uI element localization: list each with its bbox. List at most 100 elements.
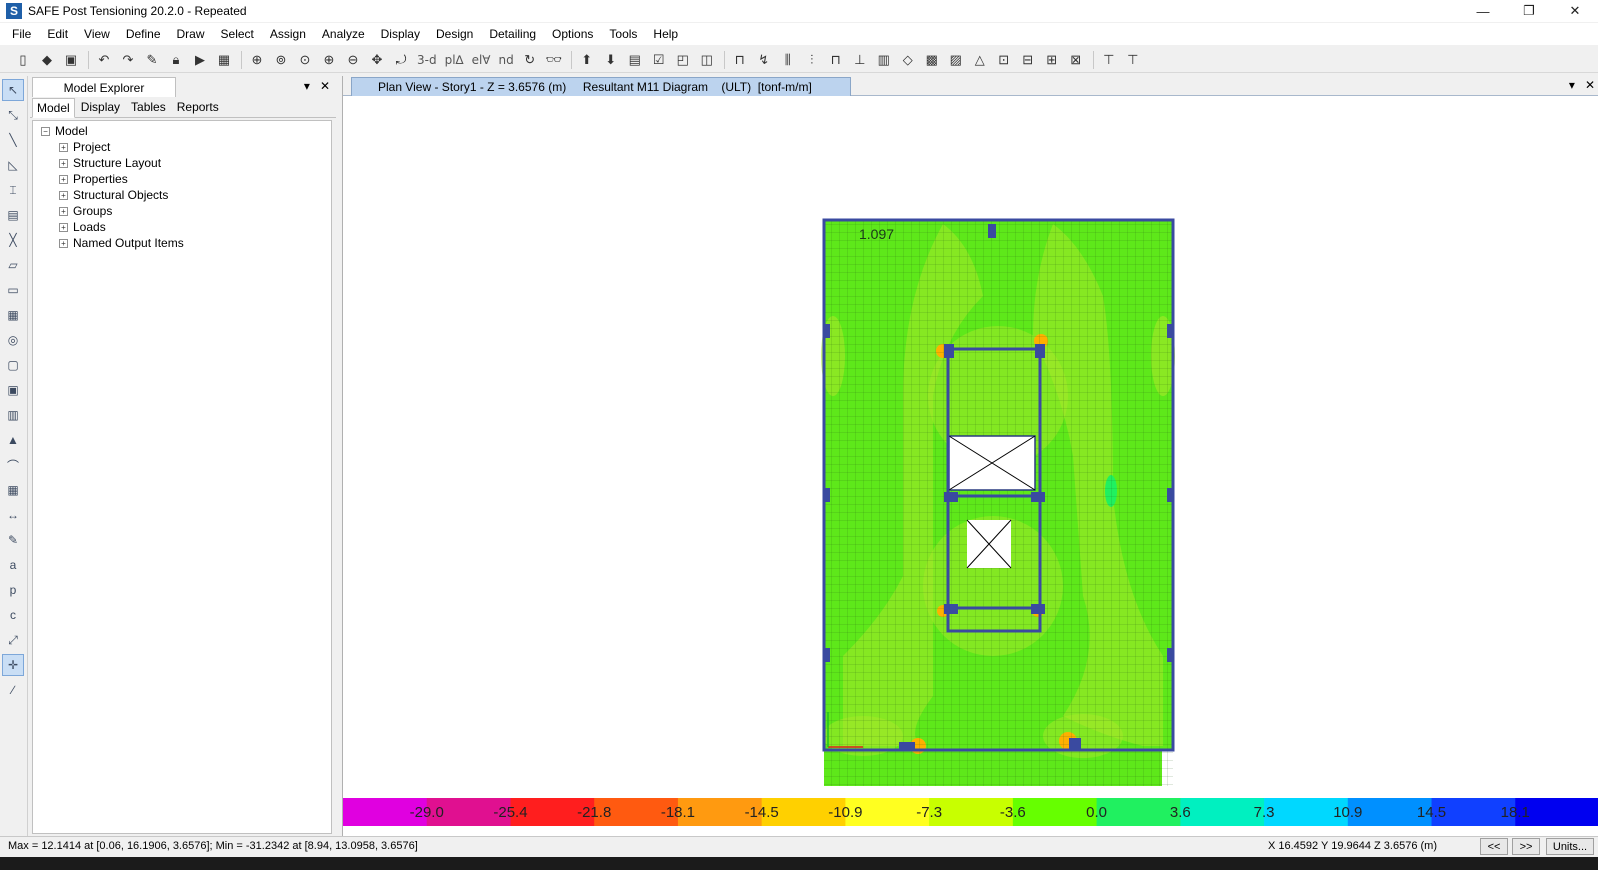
crack-icon[interactable]: △ bbox=[969, 49, 991, 71]
menu-select[interactable]: Select bbox=[213, 27, 262, 41]
frame-icon[interactable]: ⊓ bbox=[729, 49, 751, 71]
next-button[interactable]: >> bbox=[1512, 838, 1540, 855]
tab-reports[interactable]: Reports bbox=[172, 97, 224, 117]
draw-line-icon[interactable]: ╲ bbox=[2, 129, 24, 151]
elevation-view-button[interactable]: el∀ bbox=[469, 49, 494, 71]
pointer-icon[interactable]: ↖ bbox=[2, 79, 24, 101]
expand-icon[interactable]: + bbox=[59, 158, 68, 168]
menu-options[interactable]: Options bbox=[544, 27, 601, 41]
menu-analyze[interactable]: Analyze bbox=[314, 27, 373, 41]
snap-line-icon[interactable]: ∕ bbox=[2, 679, 24, 701]
collapse-icon[interactable]: − bbox=[41, 126, 50, 136]
view-3d-button[interactable]: 3-d bbox=[414, 49, 440, 71]
menu-display[interactable]: Display bbox=[373, 27, 428, 41]
tree-item-project[interactable]: + Project bbox=[33, 139, 331, 155]
lock-icon[interactable]: 🔒︎ bbox=[165, 49, 187, 71]
redo-icon[interactable]: ↷ bbox=[117, 49, 139, 71]
minimize-button[interactable]: — bbox=[1460, 0, 1506, 22]
filter-icon[interactable]: ⊤ bbox=[1122, 49, 1144, 71]
save-model-icon[interactable]: ▣ bbox=[60, 49, 82, 71]
tree-item-named-output[interactable]: + Named Output Items bbox=[33, 235, 331, 251]
expand-icon[interactable]: + bbox=[59, 238, 68, 248]
menu-assign[interactable]: Assign bbox=[262, 27, 314, 41]
tree-item-structural-objects[interactable]: + Structural Objects bbox=[33, 187, 331, 203]
pan-icon[interactable]: ✥ bbox=[366, 49, 388, 71]
model-options-icon[interactable]: ▦ bbox=[213, 49, 235, 71]
draw-drop-icon[interactable]: ▢ bbox=[2, 354, 24, 376]
drawing-canvas[interactable]: 1.097 bbox=[343, 96, 1598, 798]
new-model-icon[interactable]: ▯ bbox=[12, 49, 34, 71]
tree-item-groups[interactable]: + Groups bbox=[33, 203, 331, 219]
draw-dimension-icon[interactable]: ⌒ bbox=[2, 454, 24, 476]
menu-draw[interactable]: Draw bbox=[169, 27, 213, 41]
section-cut-icon[interactable]: ⊡ bbox=[993, 49, 1015, 71]
extrude-icon[interactable]: ◫ bbox=[696, 49, 718, 71]
tree-item-loads[interactable]: + Loads bbox=[33, 219, 331, 235]
draw-opening-icon[interactable]: ◎ bbox=[2, 329, 24, 351]
restore-button[interactable]: ❐ bbox=[1506, 0, 1552, 22]
move-down-icon[interactable]: ⬇ bbox=[600, 49, 622, 71]
display-options-icon[interactable]: ⊤ bbox=[1098, 49, 1120, 71]
expand-icon[interactable]: + bbox=[59, 206, 68, 216]
beam-forces-icon[interactable]: ⊓ bbox=[825, 49, 847, 71]
tree-root[interactable]: − Model bbox=[33, 123, 331, 139]
draw-brace-icon[interactable]: ╳ bbox=[2, 229, 24, 251]
check-icon[interactable]: ☑ bbox=[648, 49, 670, 71]
menu-detailing[interactable]: Detailing bbox=[481, 27, 544, 41]
draw-tendon-icon[interactable]: ▥ bbox=[2, 404, 24, 426]
object-shrink-icon[interactable]: ◰ bbox=[672, 49, 694, 71]
tab-model[interactable]: Model bbox=[32, 98, 75, 118]
expand-icon[interactable]: + bbox=[59, 222, 68, 232]
expand-icon[interactable]: + bbox=[59, 190, 68, 200]
draw-beam-icon[interactable]: ▤ bbox=[2, 204, 24, 226]
rotate-icon[interactable]: ⤾ bbox=[390, 49, 412, 71]
view-tab[interactable]: Plan View - Story1 - Z = 3.6576 (m) Resu… bbox=[351, 77, 851, 96]
prev-button[interactable]: << bbox=[1480, 838, 1508, 855]
menu-tools[interactable]: Tools bbox=[601, 27, 645, 41]
select-prev-icon[interactable]: p bbox=[2, 579, 24, 601]
grid-icon[interactable]: ▤ bbox=[624, 49, 646, 71]
menu-help[interactable]: Help bbox=[645, 27, 686, 41]
edit-pencil-icon[interactable]: ✎ bbox=[141, 49, 163, 71]
draw-strip-icon[interactable]: ▣ bbox=[2, 379, 24, 401]
reshape-icon[interactable]: ⤡ bbox=[2, 104, 24, 126]
snap-icon[interactable]: ⤢ bbox=[2, 629, 24, 651]
tree-item-properties[interactable]: + Properties bbox=[33, 171, 331, 187]
menu-file[interactable]: File bbox=[4, 27, 39, 41]
draw-column-icon[interactable]: ⌶ bbox=[2, 179, 24, 201]
expand-icon[interactable]: + bbox=[59, 174, 68, 184]
zoom-window-icon[interactable]: ⊕ bbox=[246, 49, 268, 71]
open-model-icon[interactable]: ◆ bbox=[36, 49, 58, 71]
plan-view-button[interactable]: pl∆ bbox=[442, 49, 467, 71]
draw-area-icon[interactable]: ◺ bbox=[2, 154, 24, 176]
expand-icon[interactable]: + bbox=[59, 142, 68, 152]
snap-grid-icon[interactable]: ✛ bbox=[2, 654, 24, 676]
draw-wall-icon[interactable]: ▦ bbox=[2, 304, 24, 326]
zoom-restore-icon[interactable]: ⊚ bbox=[270, 49, 292, 71]
punching-icon[interactable]: ◇ bbox=[897, 49, 919, 71]
explorer-close-icon[interactable]: ✕ bbox=[320, 79, 330, 93]
explorer-dropdown-icon[interactable]: ▾ bbox=[304, 79, 310, 93]
refresh-icon[interactable]: ↻ bbox=[519, 49, 541, 71]
tab-tables[interactable]: Tables bbox=[126, 97, 171, 117]
draw-rect-icon[interactable]: ▭ bbox=[2, 279, 24, 301]
clear-select-icon[interactable]: c bbox=[2, 604, 24, 626]
detailing-icon[interactable]: ⊠ bbox=[1065, 49, 1087, 71]
close-window-button[interactable]: ✕ bbox=[1552, 0, 1598, 22]
units-button[interactable]: Units... bbox=[1546, 838, 1594, 855]
deformed-shape-icon[interactable]: ↯ bbox=[753, 49, 775, 71]
tab-display[interactable]: Display bbox=[76, 97, 125, 117]
zoom-out-icon[interactable]: ⊖ bbox=[342, 49, 364, 71]
draw-rebar-icon[interactable]: ▦ bbox=[2, 479, 24, 501]
menu-design[interactable]: Design bbox=[428, 27, 481, 41]
zoom-in-icon[interactable]: ⊕ bbox=[318, 49, 340, 71]
tree-item-structure-layout[interactable]: + Structure Layout bbox=[33, 155, 331, 171]
draw-pencil-icon[interactable]: ✎ bbox=[2, 529, 24, 551]
menu-view[interactable]: View bbox=[76, 27, 118, 41]
set-display-icon[interactable]: 👓︎ bbox=[543, 49, 565, 71]
contour-icon[interactable]: ▨ bbox=[945, 49, 967, 71]
slab-stress-icon[interactable]: ▩ bbox=[921, 49, 943, 71]
slab-forces-icon[interactable]: ▥ bbox=[873, 49, 895, 71]
nd-view-button[interactable]: nd bbox=[496, 49, 517, 71]
menu-edit[interactable]: Edit bbox=[39, 27, 76, 41]
